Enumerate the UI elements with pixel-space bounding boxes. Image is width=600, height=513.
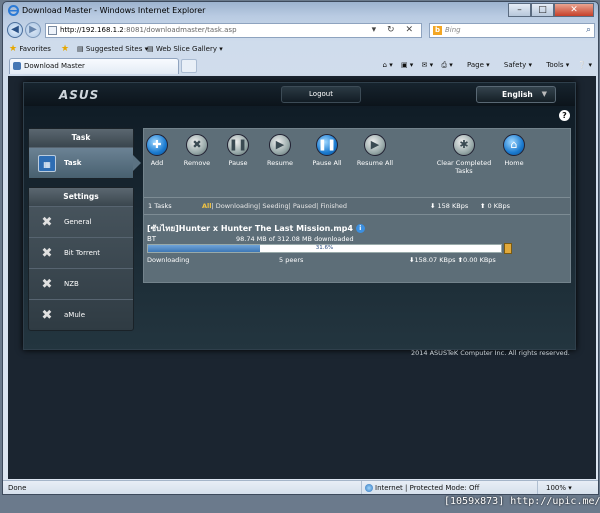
page-content: ASUS Logout English ▼ ? Task ▦ Task Settin… [8,76,596,479]
copyright: 2014 ASUSTeK Computer Inc. All rights re… [411,349,570,357]
file-type: BT [147,235,157,243]
mail-icon[interactable]: ✉ ▾ [422,61,434,69]
settings-menu: Settings ✖ General ✖ Bit Torrent ✖ NZB ✖ aMu… [28,187,134,331]
watermark: [1059x873] http://upic.me/ [444,496,600,507]
bing-icon: b [433,26,442,35]
sparkle-icon: ✱ [453,134,475,156]
favorites-button[interactable]: ★ Favorites [9,44,51,55]
download-master-page: ASUS Logout English ▼ ? Task ▦ Task Settin… [23,82,576,350]
web-slice-gallery-link[interactable]: ▤ Web Slice Gallery ▾ [147,44,223,55]
help-menu-icon[interactable]: ❔ ▾ [578,61,592,69]
filter-others[interactable]: | Downloading| Seeding| Paused| Finished [212,202,348,210]
sidebar-item-bittorrent[interactable]: ✖ Bit Torrent [29,237,133,268]
total-upload-speed: ⬆ 0 KBps [480,202,510,210]
close-window-button[interactable]: ✕ [554,3,594,17]
peer-count: 5 peers [279,256,304,264]
address-tool-icons[interactable]: ▾ ↻ ✕ [372,24,417,37]
task-header: Task [29,129,133,147]
add-favorite-icon[interactable]: ★ [61,44,69,55]
address-path: :8081/downloadmaster/task.asp [123,26,237,34]
star-icon: ★ [9,44,18,54]
ie-icon [8,5,19,16]
filter-all[interactable]: All [202,202,212,210]
pause-all-icon: ❚❚ [316,134,338,156]
address-bar[interactable]: http://192.168.1.2:8081/downloadmaster/t… [45,23,422,38]
up-arrow-icon: ⬆ [480,202,486,210]
resume-all-button[interactable]: ▶ Resume All [345,134,405,167]
home-button[interactable]: ⌂ Home [484,134,544,167]
house-icon: ⌂ [503,134,525,156]
sidebar-item-nzb[interactable]: ✖ NZB [29,268,133,299]
tools-menu[interactable]: Tools ▾ [540,61,569,69]
logout-button[interactable]: Logout [281,86,361,103]
download-item[interactable]: [ซับไทย]Hunter x Hunter The Last Mission… [144,218,570,280]
progress-bar: 31.6% [147,244,502,253]
task-menu: Task ▦ Task [28,128,141,179]
task-panel: ✚ Add ✖ Remove ❚❚ Pause ▶ Resume ❚❚ Pause All… [143,128,571,283]
play-all-icon: ▶ [364,134,386,156]
address-host: http://192.168.1.2 [60,26,124,34]
print-icon[interactable]: ⎙ ▾ [441,61,452,69]
page-menu[interactable]: Page ▾ [461,61,490,69]
search-placeholder: Bing [445,26,461,34]
play-icon: ▶ [269,134,291,156]
pause-icon: ❚❚ [227,134,249,156]
feeds-icon[interactable]: ▣ ▾ [401,61,413,69]
total-download-speed: ⬇ 158 KBps [430,202,469,210]
dropdown-arrow-icon: ▼ [541,90,547,98]
info-icon[interactable]: i [355,224,365,233]
settings-header: Settings [29,188,133,206]
forward-button[interactable]: ▶ [25,22,41,38]
tab-download-master[interactable]: Download Master [9,58,179,74]
new-tab-button[interactable] [181,59,197,73]
task-count: 1 Tasks [148,202,172,210]
plus-icon: ✚ [146,134,168,156]
sidebar-item-amule[interactable]: ✖ aMule [29,299,133,330]
ie-status-bar: Done Internet | Protected Mode: Off 100%… [3,480,598,494]
sidebar-item-general[interactable]: ✖ General [29,206,133,237]
status-text: Done [8,484,27,492]
help-icon[interactable]: ? [559,110,570,121]
maximize-button[interactable]: □ [531,3,554,17]
suggested-sites-link[interactable]: ▤ Suggested Sites ▾ [77,44,148,55]
tools-icon: ✖ [41,277,53,292]
security-zone[interactable]: Internet | Protected Mode: Off [361,481,479,494]
down-arrow-icon: ⬇ [430,202,436,210]
title-bar: Download Master - Windows Internet Explo… [3,2,598,19]
file-name: [ซับไทย]Hunter x Hunter The Last Mission… [147,222,365,235]
back-button[interactable]: ◀ [7,22,23,38]
file-progress-size: 98.74 MB of 312.08 MB downloaded [236,235,354,243]
home-icon[interactable]: ⌂ ▾ [383,61,393,69]
browser-window: Download Master - Windows Internet Explo… [2,1,599,495]
window-title: Download Master - Windows Internet Explo… [22,6,206,15]
progress-percent: 31.6% [315,245,334,251]
safety-menu[interactable]: Safety ▾ [498,61,532,69]
tools-icon: ✖ [41,246,53,261]
tools-icon: ✖ [41,215,53,230]
item-speeds: ⬇158.07 KBps ⬆0.00 KBps [409,256,496,264]
search-box[interactable]: b Bing ⌕ [429,23,595,38]
language-select[interactable]: English ▼ [476,86,556,103]
item-control-icon[interactable] [504,243,512,254]
task-icon: ▦ [38,155,56,172]
x-icon: ✖ [186,134,208,156]
tab-favicon [13,62,21,70]
command-bar: ⌂ ▾ ▣ ▾ ✉ ▾ ⎙ ▾ Page ▾ Safety ▾ Tools ▾ … [377,60,592,71]
favorites-bar: ★ Favorites ★ ▤ Suggested Sites ▾ ▤ Web … [3,42,598,57]
tab-row: Download Master ⌂ ▾ ▣ ▾ ✉ ▾ ⎙ ▾ Page ▾ S… [3,57,598,76]
download-state: Downloading [147,256,190,264]
top-bar: ASUS Logout English ▼ [24,83,575,106]
zoom-level[interactable]: 100% ▾ [537,481,572,494]
sidebar-item-task[interactable]: ▦ Task [29,147,141,178]
page-icon [48,26,57,35]
task-filters[interactable]: All| Downloading| Seeding| Paused| Finis… [202,198,347,214]
tools-icon: ✖ [41,308,53,323]
asus-logo: ASUS [59,88,100,102]
search-icon[interactable]: ⌕ [586,24,591,37]
minimize-button[interactable]: – [508,3,531,17]
task-status-row: 1 Tasks All| Downloading| Seeding| Pause… [144,197,570,215]
address-row: ◀ ▶ http://192.168.1.2:8081/downloadmast… [3,20,598,41]
